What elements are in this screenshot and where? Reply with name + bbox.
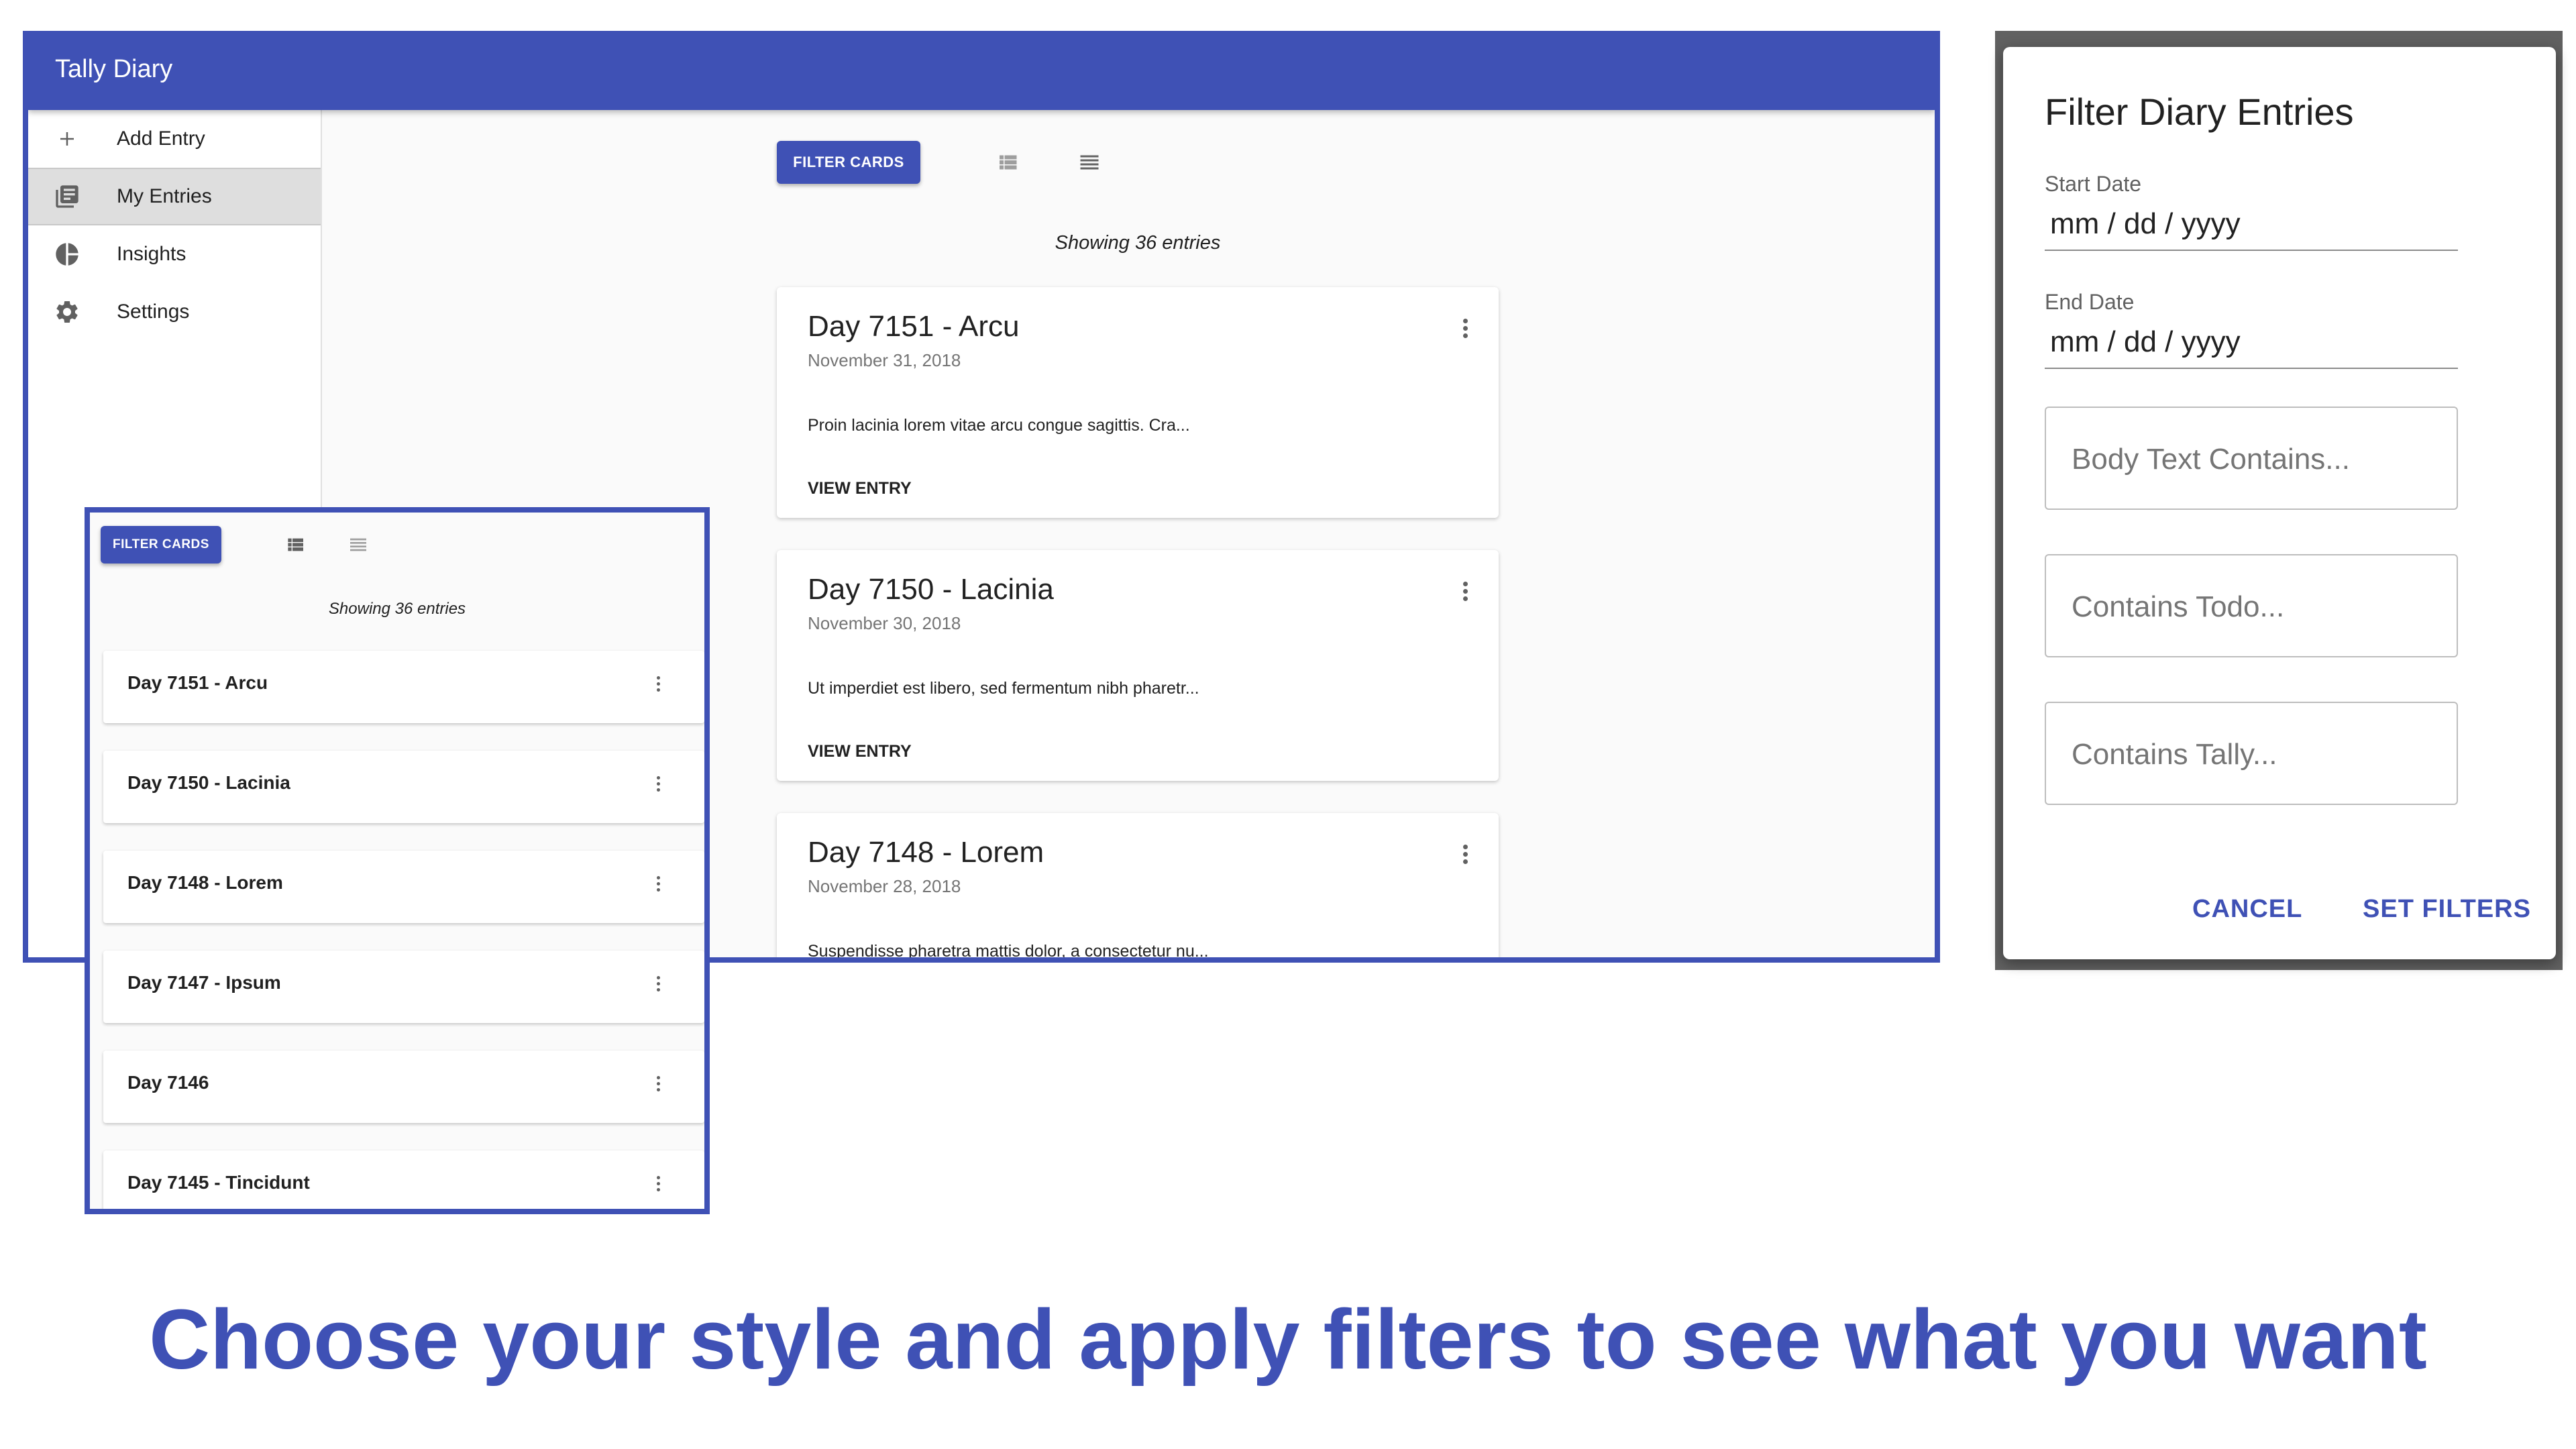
nav-label: Settings	[117, 301, 190, 323]
filter-dialog: Filter Diary Entries Start Date mm / dd …	[2003, 47, 2556, 959]
nav-item-add-entry[interactable]: Add Entry	[28, 110, 321, 168]
nav-item-insights[interactable]: Insights	[28, 225, 321, 283]
entries-icon	[54, 183, 80, 210]
list-item-title: Day 7151 - Arcu	[127, 672, 268, 693]
view-entry-button[interactable]: VIEW ENTRY	[808, 742, 912, 761]
list-item-title: Day 7150 - Lacinia	[127, 772, 290, 793]
view-entry-button[interactable]: VIEW ENTRY	[808, 479, 912, 498]
list-item-title: Day 7147 - Ipsum	[127, 972, 281, 993]
plus-icon	[54, 125, 80, 152]
more-vert-icon[interactable]	[1461, 843, 1469, 867]
set-filters-button[interactable]: SET FILTERS	[2363, 895, 2531, 924]
list-item-title: Day 7145 - Tincidunt	[127, 1172, 310, 1193]
body-text-field[interactable]: Body Text Contains...	[2045, 407, 2458, 510]
list-item-title: Day 7148 - Lorem	[127, 872, 283, 893]
card-view-icon[interactable]	[996, 150, 1020, 178]
tally-field[interactable]: Contains Tally...	[2045, 702, 2458, 805]
nav-item-settings[interactable]: Settings	[28, 283, 321, 341]
pie-chart-icon	[54, 241, 80, 268]
list-view-icon[interactable]	[1077, 150, 1102, 178]
card-excerpt: Proin lacinia lorem vitae arcu congue sa…	[808, 416, 1190, 435]
entry-card: Day 7148 - Lorem November 28, 2018 Suspe…	[777, 813, 1499, 961]
todo-placeholder: Contains Todo...	[2072, 590, 2285, 623]
more-vert-icon[interactable]	[655, 1075, 661, 1094]
app-title: Tally Diary	[55, 55, 173, 83]
more-vert-icon[interactable]	[655, 1175, 661, 1194]
card-date: November 31, 2018	[808, 350, 961, 370]
body-text-placeholder: Body Text Contains...	[2072, 443, 2350, 476]
more-vert-icon[interactable]	[1461, 580, 1469, 604]
app-bar: Tally Diary	[28, 31, 1935, 110]
cancel-button[interactable]: CANCEL	[2192, 895, 2302, 924]
list-item-title: Day 7146	[127, 1072, 209, 1093]
list-item[interactable]: Day 7151 - Arcu	[103, 651, 704, 723]
card-title: Day 7148 - Lorem	[808, 836, 1044, 869]
todo-field[interactable]: Contains Todo...	[2045, 554, 2458, 657]
end-date-input[interactable]: mm / dd / yyyy	[2045, 322, 2458, 369]
marketing-caption: Choose your style and apply filters to s…	[149, 1292, 2427, 1387]
more-vert-icon[interactable]	[655, 975, 661, 994]
more-vert-icon[interactable]	[655, 875, 661, 894]
end-date-label: End Date	[2045, 290, 2135, 314]
more-vert-icon[interactable]	[655, 775, 661, 794]
entry-card: Day 7151 - Arcu November 31, 2018 Proin …	[777, 287, 1499, 518]
entry-card: Day 7150 - Lacinia November 30, 2018 Ut …	[777, 550, 1499, 781]
card-date: November 28, 2018	[808, 876, 961, 896]
list-item[interactable]: Day 7148 - Lorem	[103, 851, 704, 923]
list-item[interactable]: Day 7147 - Ipsum	[103, 951, 704, 1023]
list-view-icon[interactable]	[347, 534, 369, 559]
start-date-input[interactable]: mm / dd / yyyy	[2045, 204, 2458, 251]
list-item[interactable]: Day 7145 - Tincidunt	[103, 1150, 704, 1209]
list-item[interactable]: Day 7146	[103, 1051, 704, 1123]
more-vert-icon[interactable]	[655, 675, 661, 694]
start-date-label: Start Date	[2045, 172, 2142, 196]
entries-count: Showing 36 entries	[1055, 232, 1221, 254]
tally-placeholder: Contains Tally...	[2072, 738, 2277, 771]
card-date: November 30, 2018	[808, 613, 961, 633]
card-view-icon[interactable]	[284, 534, 306, 559]
filter-cards-button[interactable]: FILTER CARDS	[101, 526, 221, 564]
nav-label: Add Entry	[117, 127, 205, 150]
compact-list-view: FILTER CARDS Showing 36 entries Day 7151…	[85, 507, 710, 1214]
nav-item-my-entries[interactable]: My Entries	[28, 168, 321, 225]
filter-cards-button[interactable]: FILTER CARDS	[777, 141, 920, 184]
entries-count: Showing 36 entries	[328, 600, 466, 618]
dialog-title: Filter Diary Entries	[2045, 91, 2354, 133]
nav-label: My Entries	[117, 185, 212, 207]
gear-icon	[54, 299, 80, 325]
more-vert-icon[interactable]	[1461, 317, 1469, 341]
list-item[interactable]: Day 7150 - Lacinia	[103, 751, 704, 823]
card-excerpt: Suspendisse pharetra mattis dolor, a con…	[808, 942, 1209, 961]
card-excerpt: Ut imperdiet est libero, sed fermentum n…	[808, 679, 1199, 698]
card-title: Day 7150 - Lacinia	[808, 573, 1054, 606]
nav-label: Insights	[117, 243, 186, 265]
card-title: Day 7151 - Arcu	[808, 310, 1020, 343]
